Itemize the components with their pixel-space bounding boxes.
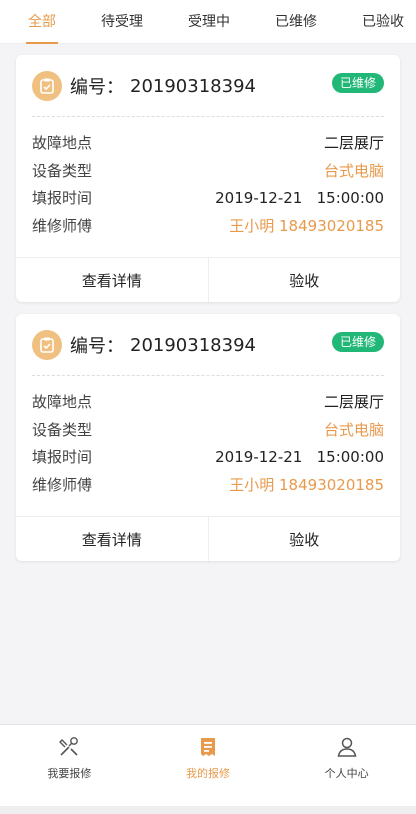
detail-row-time: 填报时间 2019-12-21 15:00:00 [32,443,384,471]
card-details: 故障地点 二层展厅 设备类型 台式电脑 填报时间 2019-12-21 15:0… [16,376,400,510]
tab-all[interactable]: 全部 [26,0,58,44]
technician-contact[interactable]: 王小明 18493020185 [229,215,384,236]
detail-row-location: 故障地点 二层展厅 [32,129,384,157]
field-label: 填报时间 [32,448,93,467]
tab-processing[interactable]: 受理中 [188,0,230,44]
field-value: 台式电脑 [323,161,384,180]
field-value: 2019-12-21 15:00:00 [215,188,384,207]
detail-row-time: 填报时间 2019-12-21 15:00:00 [32,184,384,212]
view-details-button[interactable]: 查看详情 [16,258,208,302]
field-label: 设备类型 [32,420,93,439]
field-value: 二层展厅 [323,393,384,412]
card-actions: 查看详情 验收 [16,257,400,302]
field-label: 故障地点 [32,393,93,412]
status-badge: 已维修 [331,73,384,93]
receipt-icon [201,738,215,756]
status-badge: 已维修 [331,332,384,352]
tab-repaired[interactable]: 已维修 [275,0,317,44]
order-code: 20190318394 [130,334,256,356]
field-label: 填报时间 [32,189,93,208]
nav-label: 我的报修 [186,767,230,780]
tab-accepted[interactable]: 已验收 [362,0,404,44]
field-label: 维修师傅 [32,216,93,235]
view-details-button[interactable]: 查看详情 [16,517,208,561]
card-actions: 查看详情 验收 [16,516,400,561]
code-label: 编号： [70,336,124,357]
clipboard-icon [32,71,62,101]
status-tabs: 全部 待受理 受理中 已维修 已验收 [0,0,416,44]
order-code: 20190318394 [130,75,256,97]
nav-label: 我要报修 [47,767,92,780]
field-label: 维修师傅 [32,475,93,494]
code-label: 编号： [70,77,124,98]
tools-icon [59,737,79,756]
footer-spacer [0,806,416,814]
detail-row-technician: 维修师傅 王小明 18493020185 [32,212,384,240]
tab-pending[interactable]: 待受理 [101,0,143,44]
nav-item-report-repair[interactable]: 我要报修 [0,725,139,806]
nav-item-profile[interactable]: 个人中心 [277,725,416,806]
technician-contact[interactable]: 王小明 18493020185 [229,474,384,495]
detail-row-technician: 维修师傅 王小明 18493020185 [32,471,384,499]
field-value: 2019-12-21 15:00:00 [215,447,384,466]
accept-button[interactable]: 验收 [207,258,401,302]
card-details: 故障地点 二层展厅 设备类型 台式电脑 填报时间 2019-12-21 15:0… [16,117,400,251]
nav-label: 个人中心 [324,767,369,780]
clipboard-icon [32,330,62,360]
user-icon [337,737,357,757]
field-label: 故障地点 [32,134,93,153]
detail-row-device: 设备类型 台式电脑 [32,416,384,444]
nav-item-my-repairs[interactable]: 我的报修 [139,725,278,806]
card-header: 编号： 20190318394 已维修 [16,55,400,117]
repair-card: 编号： 20190318394 已维修 故障地点 二层展厅 设备类型 台式电脑 … [16,55,400,302]
repair-card: 编号： 20190318394 已维修 故障地点 二层展厅 设备类型 台式电脑 … [16,314,400,561]
field-value: 二层展厅 [323,134,384,153]
card-header: 编号： 20190318394 已维修 [16,314,400,376]
field-value: 台式电脑 [323,420,384,439]
detail-row-device: 设备类型 台式电脑 [32,157,384,185]
bottom-nav: 我要报修 我的报修 个人中心 [0,724,416,806]
detail-row-location: 故障地点 二层展厅 [32,388,384,416]
field-label: 设备类型 [32,161,93,180]
repair-list: 编号： 20190318394 已维修 故障地点 二层展厅 设备类型 台式电脑 … [0,44,416,561]
accept-button[interactable]: 验收 [207,517,401,561]
